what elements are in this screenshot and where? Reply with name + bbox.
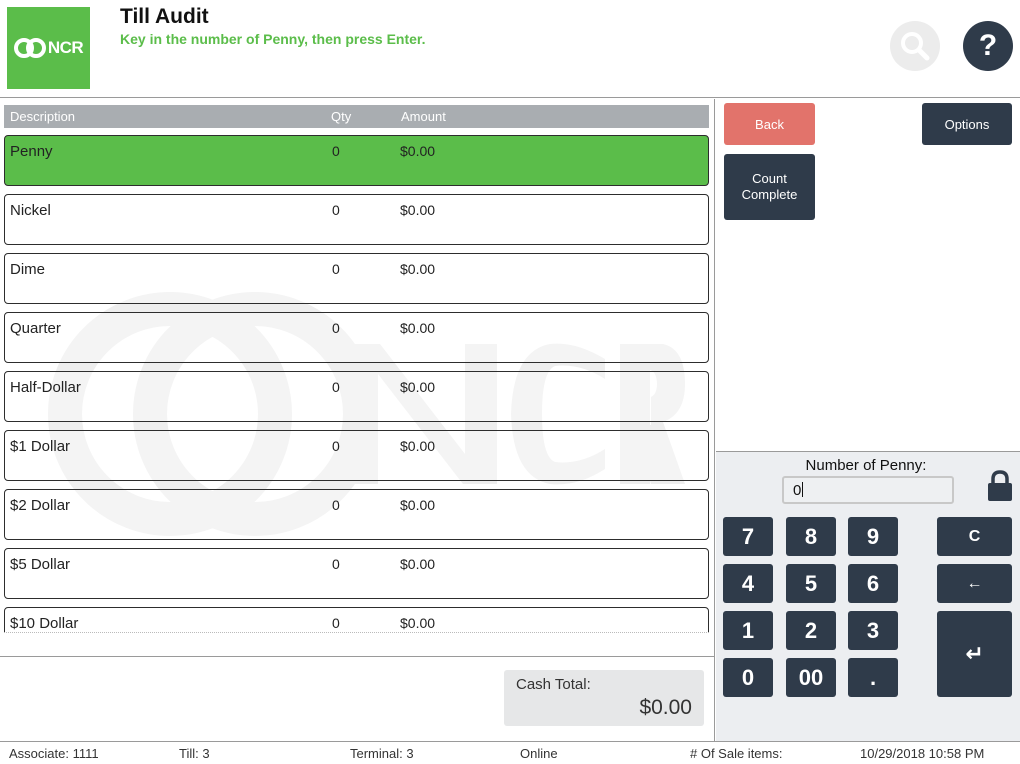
- quantity-input-value: 0: [793, 482, 802, 499]
- key-6[interactable]: 6: [848, 564, 898, 603]
- search-button[interactable]: [890, 21, 940, 71]
- page-title: Till Audit: [120, 5, 209, 28]
- list-scroll-edge: [4, 632, 709, 633]
- table-row-penny[interactable]: Penny 0 $0.00: [4, 135, 709, 186]
- row-qty: 0: [332, 438, 340, 454]
- row-description: $1 Dollar: [10, 438, 71, 455]
- search-icon: [901, 32, 930, 61]
- key-1[interactable]: 1: [723, 611, 773, 650]
- table-row-half-dollar[interactable]: Half-Dollar 0 $0.00: [4, 371, 709, 422]
- logo-text: NCR: [47, 38, 84, 57]
- row-description: Dime: [10, 261, 46, 278]
- row-amount: $0.00: [400, 320, 436, 336]
- row-description: $2 Dollar: [10, 497, 71, 514]
- till-status: Till: 3: [179, 746, 210, 761]
- row-description: Half-Dollar: [10, 379, 81, 396]
- ncr-logo: NCR: [7, 7, 90, 89]
- table-row-quarter[interactable]: Quarter 0 $0.00: [4, 312, 709, 363]
- table-row-10-dollar[interactable]: $10 Dollar 0 $0.00: [4, 607, 709, 632]
- column-header-amount: Amount: [401, 109, 446, 124]
- key-00[interactable]: 00: [786, 658, 836, 697]
- row-amount: $0.00: [400, 556, 436, 572]
- key-3[interactable]: 3: [848, 611, 898, 650]
- quantity-input[interactable]: 0: [782, 476, 954, 504]
- column-header-qty: Qty: [331, 109, 352, 124]
- table-row-5-dollar[interactable]: $5 Dollar 0 $0.00: [4, 548, 709, 599]
- table-header: Description Qty Amount: [4, 105, 709, 128]
- key-5[interactable]: 5: [786, 564, 836, 603]
- header-bar: NCR Till Audit Key in the number of Penn…: [0, 0, 1020, 98]
- row-qty: 0: [332, 320, 340, 336]
- divider: [0, 656, 714, 657]
- row-description: Quarter: [10, 320, 61, 337]
- row-description: $5 Dollar: [10, 556, 71, 573]
- connection-status: Online: [520, 746, 558, 761]
- row-amount: $0.00: [400, 143, 436, 159]
- row-amount: $0.00: [400, 615, 436, 631]
- cash-total-box: Cash Total: $0.00: [504, 670, 704, 726]
- ncr-logo-mark-icon: [13, 38, 46, 58]
- lock-icon[interactable]: [987, 470, 1013, 502]
- text-caret: [802, 482, 804, 497]
- column-header-description: Description: [10, 109, 76, 124]
- keypad-prompt-label: Number of Penny:: [805, 457, 927, 474]
- numeric-keypad: Number of Penny: 0 7 8 9 C 4 5 6 ← 1 2 3…: [716, 451, 1020, 741]
- key-7[interactable]: 7: [723, 517, 773, 556]
- row-description: Nickel: [10, 202, 51, 219]
- sale-items-status: # Of Sale items:: [690, 746, 783, 761]
- row-qty: 0: [332, 615, 340, 631]
- datetime-status: 10/29/2018 10:58 PM: [860, 746, 985, 761]
- cash-total-value: $0.00: [639, 696, 692, 719]
- row-description: $10 Dollar: [10, 615, 79, 632]
- help-button[interactable]: ?: [963, 21, 1013, 71]
- terminal-status: Terminal: 3: [350, 746, 414, 761]
- key-decimal[interactable]: .: [848, 658, 898, 697]
- action-panel: Back Options Count Complete Number of Pe…: [716, 99, 1020, 741]
- tender-list-panel: Description Qty Amount Penny 0 $0.00 Nic…: [0, 99, 715, 741]
- count-complete-button[interactable]: Count Complete: [724, 154, 815, 220]
- row-amount: $0.00: [400, 202, 436, 218]
- row-amount: $0.00: [400, 438, 436, 454]
- back-button[interactable]: Back: [724, 103, 815, 145]
- table-row-nickel[interactable]: Nickel 0 $0.00: [4, 194, 709, 245]
- row-amount: $0.00: [400, 379, 436, 395]
- row-amount: $0.00: [400, 261, 436, 277]
- table-row-2-dollar[interactable]: $2 Dollar 0 $0.00: [4, 489, 709, 540]
- row-qty: 0: [332, 497, 340, 513]
- row-qty: 0: [332, 261, 340, 277]
- associate-status: Associate: 1111: [9, 746, 99, 761]
- row-qty: 0: [332, 202, 340, 218]
- help-icon: ?: [978, 29, 998, 62]
- row-qty: 0: [332, 143, 340, 159]
- key-0[interactable]: 0: [723, 658, 773, 697]
- row-qty: 0: [332, 379, 340, 395]
- clear-key[interactable]: C: [937, 517, 1012, 556]
- options-button[interactable]: Options: [922, 103, 1012, 145]
- row-description: Penny: [10, 143, 53, 160]
- row-qty: 0: [332, 556, 340, 572]
- tender-rows: Penny 0 $0.00 Nickel 0 $0.00 Dime 0 $0.0…: [4, 135, 709, 632]
- table-row-dime[interactable]: Dime 0 $0.00: [4, 253, 709, 304]
- key-8[interactable]: 8: [786, 517, 836, 556]
- key-9[interactable]: 9: [848, 517, 898, 556]
- row-amount: $0.00: [400, 497, 436, 513]
- key-4[interactable]: 4: [723, 564, 773, 603]
- instruction-text: Key in the number of Penny, then press E…: [120, 31, 426, 47]
- cash-total-label: Cash Total:: [516, 676, 591, 693]
- backspace-key[interactable]: ←: [937, 564, 1012, 603]
- status-bar: Associate: 1111 Till: 3 Terminal: 3 Onli…: [0, 741, 1020, 764]
- enter-key[interactable]: ↵: [937, 611, 1012, 697]
- table-row-1-dollar[interactable]: $1 Dollar 0 $0.00: [4, 430, 709, 481]
- key-2[interactable]: 2: [786, 611, 836, 650]
